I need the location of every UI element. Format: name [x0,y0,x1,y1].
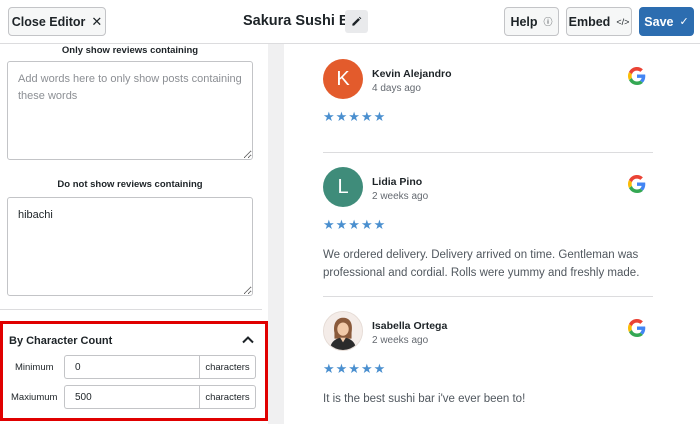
panel-separator [268,44,284,424]
maximum-characters-input[interactable] [64,385,199,409]
avatar: K [323,59,363,99]
save-button[interactable]: Save ✓ [639,7,694,36]
star-rating: ★★★★★ [323,109,387,124]
review-time: 4 days ago [372,83,421,94]
google-icon [628,319,646,337]
review-text: We ordered delivery. Delivery arrived on… [323,249,640,279]
editor-toolbar: Close Editor ✕ Sakura Sushi Bar Help ⓘ E… [0,0,700,44]
embed-button[interactable]: Embed </> [566,7,632,36]
minimum-label: Minimum [15,362,54,373]
embed-label: Embed [568,14,611,29]
help-button[interactable]: Help ⓘ [504,7,559,36]
reviewer-name: Lidia Pino [372,176,423,188]
maximum-unit-label: characters [199,385,256,409]
chevron-up-icon[interactable] [242,333,254,347]
avatar: L [323,167,363,207]
exclude-filter-label: Do not show reviews containing [57,179,203,190]
google-icon [628,67,646,85]
character-count-section: By Character Count Minimum characters Ma… [0,321,268,421]
review-time: 2 weeks ago [372,191,429,202]
help-label: Help [510,14,538,29]
google-icon [628,175,646,193]
edit-title-button[interactable] [345,10,368,33]
close-editor-button[interactable]: Close Editor ✕ [8,7,106,36]
exclude-words-input[interactable]: hibachi [7,197,253,296]
profile-photo [324,312,362,350]
save-label: Save [644,14,674,29]
reviews-preview: K Kevin Alejandro 4 days ago ★★★★★ L Lid… [284,44,700,424]
pencil-icon [352,16,362,26]
reviewer-name: Isabella Ortega [372,320,448,332]
reviewer-name: Kevin Alejandro [372,68,452,80]
avatar [323,311,363,351]
star-rating: ★★★★★ [323,217,387,232]
include-words-input[interactable] [7,61,253,160]
character-count-title: By Character Count [9,335,113,347]
minimum-characters-input[interactable] [64,355,199,379]
review-time: 2 weeks ago [372,335,429,346]
star-rating: ★★★★★ [323,361,387,376]
minimum-unit-label: characters [199,355,256,379]
section-divider [0,309,262,310]
review-text: It is the best sushi bar i've ever been … [323,393,526,405]
include-filter-label: Only show reviews containing [61,45,199,56]
check-icon: ✓ [679,16,689,28]
close-editor-label: Close Editor [11,14,86,29]
help-icon: ⓘ [543,17,553,27]
close-icon: ✕ [91,13,103,29]
review-divider [323,296,653,297]
review-divider [323,152,653,153]
code-icon: </> [616,16,630,27]
maximum-label: Maxiumum [11,392,58,403]
